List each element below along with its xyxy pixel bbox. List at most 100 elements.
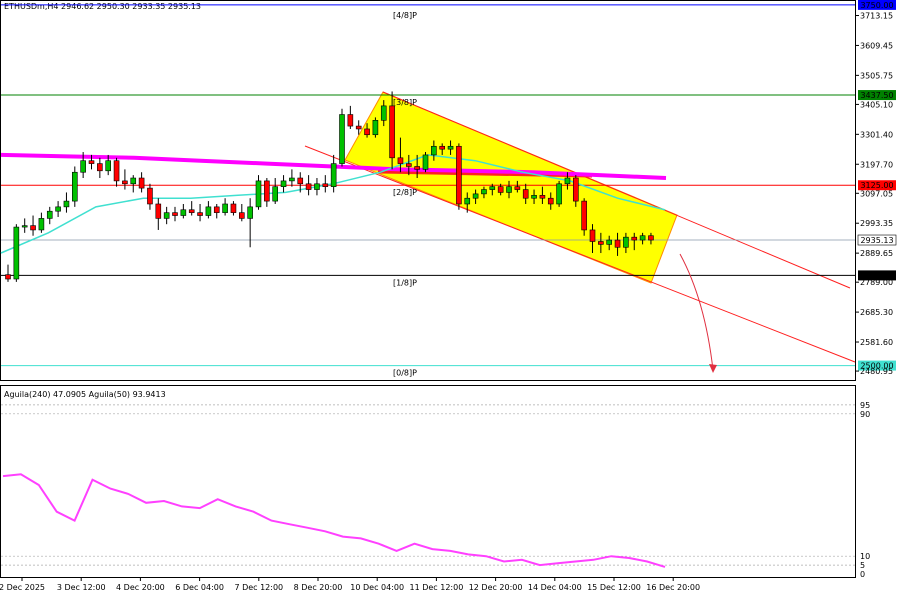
time-tick-label: 4 Dec 20:00: [116, 583, 165, 592]
candle-body: [589, 229, 596, 242]
candle-body: [606, 239, 613, 245]
candle-body: [397, 157, 404, 164]
candle-body: [239, 212, 245, 219]
regression-channel: [304, 91, 856, 363]
candle-body: [522, 189, 529, 199]
candle-body: [172, 212, 178, 216]
level-label: [2/8]P: [393, 188, 417, 197]
indicator-scale-label: 10: [860, 552, 870, 561]
level-label: [3/8]P: [393, 98, 417, 107]
candle-body: [380, 105, 387, 121]
candle-body: [272, 186, 279, 202]
price-tick-label: 2789.00: [860, 278, 893, 287]
candle-body: [422, 154, 429, 170]
candle-body: [21, 225, 28, 228]
candle-body: [97, 163, 103, 172]
candle-body: [639, 235, 646, 241]
candle-body: [456, 145, 462, 205]
indicator-plot: 9590 1050: [1, 401, 870, 579]
indicator-scale-label: 0: [860, 570, 865, 579]
current-price-tag: 2935.13: [860, 236, 893, 245]
candle-body: [322, 183, 329, 187]
price-tick-label: 3301.40: [860, 130, 893, 139]
level-label: [1/8]P: [393, 278, 417, 287]
candle-body: [138, 177, 145, 189]
time-tick-label: 8 Dec 20:00: [294, 583, 343, 592]
candle-body: [514, 186, 521, 190]
price-tick-label: 2685.30: [860, 308, 893, 317]
candle-body: [72, 171, 78, 202]
candle-body: [539, 195, 546, 199]
time-tick-label: 15 Dec 12:00: [587, 583, 641, 592]
candle-body: [347, 114, 354, 127]
candle-body: [489, 186, 496, 190]
candle-body: [405, 163, 412, 167]
candle-body: [614, 239, 621, 248]
candle-body: [105, 160, 111, 172]
candle-body: [188, 209, 195, 213]
candle-body: [506, 186, 512, 193]
time-tick-label: 2 Dec 2025: [0, 583, 45, 592]
price-tick-label: 2581.60: [860, 338, 893, 347]
indicator-line: [2, 473, 666, 568]
candle-body: [439, 145, 446, 150]
price-tick-label: 3713.15: [860, 12, 893, 21]
time-tick-label: 16 Dec 20:00: [646, 583, 700, 592]
indicator-scale-label: 5: [860, 561, 865, 570]
candle-body: [197, 212, 203, 216]
candle-body: [222, 203, 228, 213]
trading-chart[interactable]: ETHUSDm,H4 2946.62 2950.30 2933.35 2935.…: [0, 0, 900, 599]
price-tick-label: 2889.65: [860, 249, 893, 258]
candle-body: [213, 206, 220, 213]
candle-body: [230, 203, 237, 213]
candle-body: [431, 145, 437, 156]
candle-body: [339, 114, 345, 164]
candle-body: [289, 177, 295, 182]
candle-body: [180, 209, 187, 216]
candle-body: [163, 212, 170, 219]
candle-body: [464, 197, 471, 205]
candle-body: [648, 235, 654, 241]
candle-body: [130, 177, 137, 185]
candle-body: [55, 206, 61, 212]
candle-body: [372, 120, 379, 136]
time-tick-label: 6 Dec 04:00: [175, 583, 224, 592]
price-axis: 3713.15 3609.45 3505.75 3405.10 3301.40 3197.…: [855, 12, 893, 376]
level-label: [0/8]P: [393, 369, 417, 378]
candle-body: [556, 183, 562, 205]
candle-body: [531, 195, 537, 199]
price-tick-label: 3405.10: [860, 100, 893, 109]
header-symbol: ETHUSDm,H4: [4, 2, 59, 11]
time-tick-label: 12 Dec 20:00: [469, 583, 523, 592]
candle-body: [623, 236, 629, 248]
candle-body: [63, 200, 70, 208]
candle-body: [598, 241, 604, 245]
candle-body: [13, 226, 20, 280]
candle-body: [255, 180, 262, 208]
price-tick-label: 3197.70: [860, 160, 893, 169]
candle-body: [305, 183, 312, 190]
candle-body: [564, 177, 571, 185]
candle-body: [38, 218, 45, 231]
indicator-scale-label: 95: [860, 401, 870, 410]
candle-body: [364, 128, 370, 136]
candle-body: [497, 186, 504, 193]
candle-body: [314, 183, 320, 190]
candle-body: [205, 206, 212, 216]
candle-body: [264, 180, 270, 202]
candle-body: [389, 105, 395, 159]
price-tick-label: 3097.05: [860, 189, 893, 198]
candle-body: [481, 189, 487, 195]
indicator-header: Aguila(240) 47.0905 Aguila(50) 93.9413: [4, 390, 166, 399]
candle-body: [5, 274, 11, 280]
price-tick-label: 2480.95: [860, 367, 893, 376]
candle-body: [355, 125, 362, 130]
candle-body: [547, 197, 554, 205]
price-tick-label: 2993.35: [860, 219, 893, 228]
candle-body: [46, 210, 53, 219]
indicator-scale-label: 90: [860, 410, 870, 419]
candle-body: [581, 200, 587, 231]
aguila50-label: Aguila(50) 93.9413: [89, 390, 166, 399]
candle-body: [113, 160, 120, 182]
time-tick-label: 10 Dec 04:00: [350, 583, 404, 592]
